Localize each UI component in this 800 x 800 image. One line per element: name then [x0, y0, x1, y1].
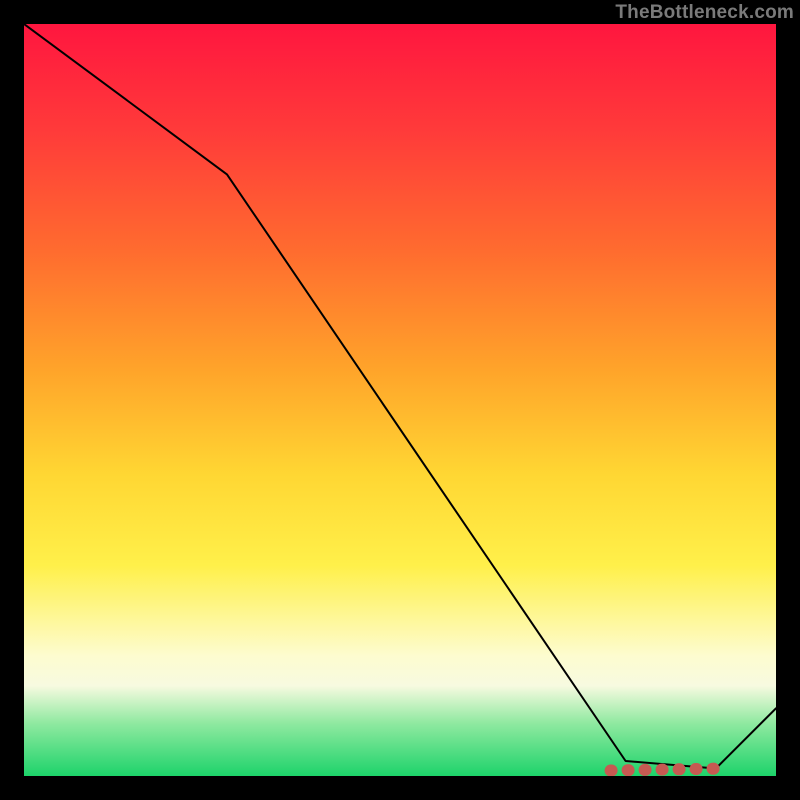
chart-stage: TheBottleneck.com	[0, 0, 800, 800]
chart-svg	[24, 24, 776, 776]
optimal-range-marker	[611, 769, 724, 771]
plot-area	[24, 24, 776, 776]
bottleneck-curve	[24, 24, 776, 769]
attribution-label: TheBottleneck.com	[615, 2, 794, 24]
